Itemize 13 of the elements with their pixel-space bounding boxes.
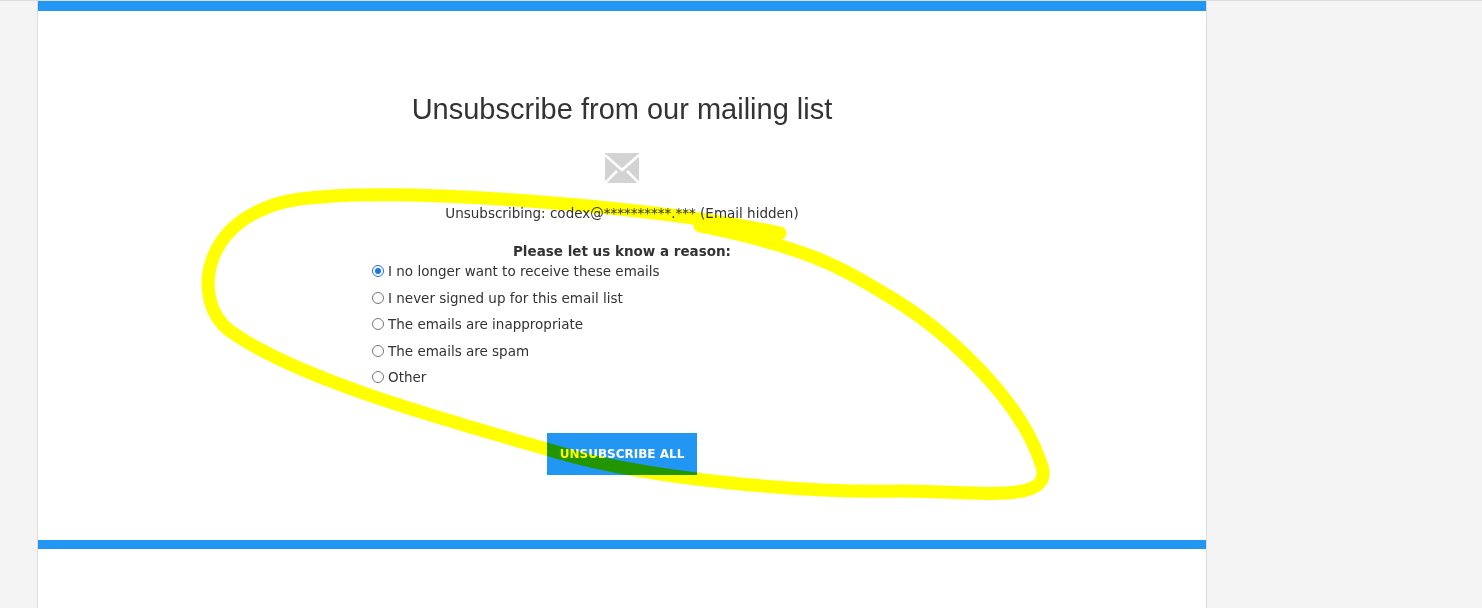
reason-label: The emails are inappropriate [388, 316, 584, 333]
radio-button[interactable] [372, 344, 384, 357]
reason-prompt: Please let us know a reason: [512, 243, 732, 259]
reason-label: I no longer want to receive these emails [388, 263, 660, 280]
reason-label: Other [388, 369, 427, 386]
radio-button[interactable] [372, 371, 384, 384]
reason-label: I never signed up for this email list [388, 289, 623, 306]
envelope-icon [605, 153, 639, 183]
reason-label: The emails are spam [388, 342, 530, 359]
radio-button[interactable] [372, 265, 384, 278]
radio-button[interactable] [372, 318, 384, 331]
page-title: Unsubscribe from our mailing list [411, 92, 833, 127]
radio-button[interactable] [372, 291, 384, 304]
